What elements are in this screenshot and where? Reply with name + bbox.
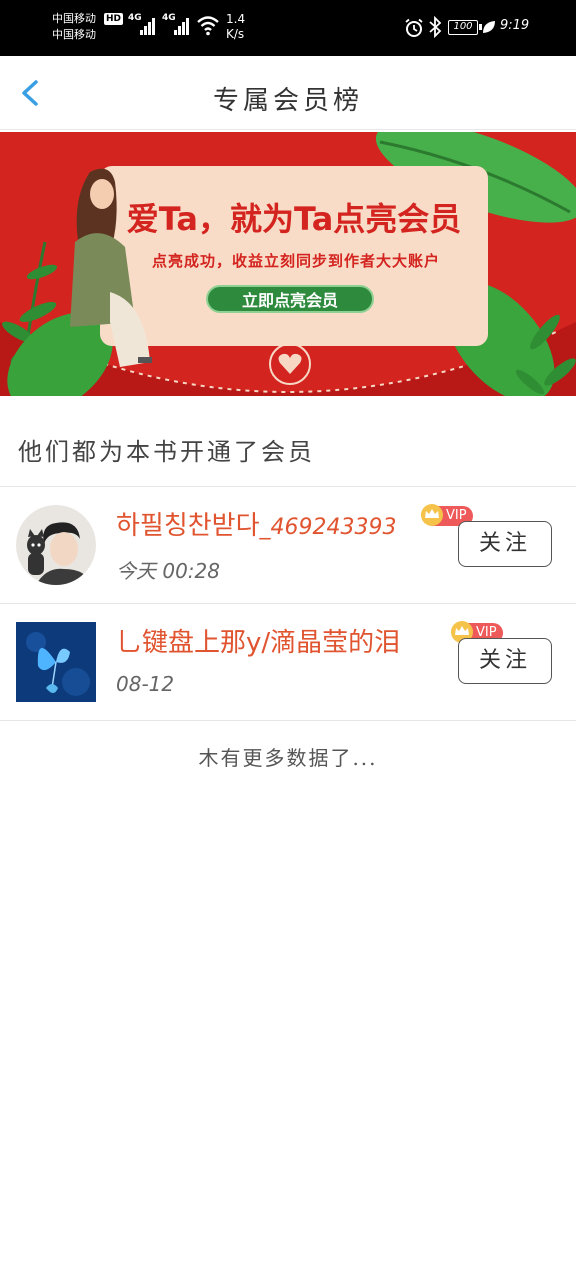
avatar-boy-with-cat bbox=[16, 505, 96, 585]
member-uid: _469243393 bbox=[259, 515, 397, 540]
page-title: 专属会员榜 bbox=[212, 86, 363, 116]
light-up-membership-button[interactable]: 立即点亮会员 bbox=[206, 285, 374, 313]
section-title: 他们都为本书开通了会员 bbox=[18, 438, 315, 466]
header-bar: 专属会员榜 bbox=[0, 56, 576, 130]
follow-button[interactable]: 关注 bbox=[458, 638, 552, 684]
battery-icon: 100 bbox=[448, 20, 482, 35]
crown-icon bbox=[421, 504, 443, 526]
member-name[interactable]: 乚键盘上那y/滴晶莹的泪 bbox=[116, 622, 400, 659]
no-more-data-text: 木有更多数据了... bbox=[198, 746, 378, 770]
speed-value: 1.4 bbox=[226, 12, 246, 26]
avatar[interactable] bbox=[16, 505, 96, 585]
status-bar: 中国移动 中国移动 HD 4G 4G 1.4 K/s 100 9:19 bbox=[0, 0, 576, 56]
divider bbox=[0, 720, 576, 721]
banner-headline: 爱Ta，就为Ta点亮会员 bbox=[126, 200, 462, 238]
avatar-blue-butterfly bbox=[16, 622, 96, 702]
member-row[interactable]: 乚键盘上那y/滴晶莹的泪 VIP 08-12 关注 bbox=[0, 604, 576, 720]
carrier-2: 中国移动 bbox=[52, 28, 96, 41]
member-nickname: 하필칭찬받다 bbox=[116, 511, 260, 541]
clock: 9:19 bbox=[500, 18, 530, 33]
member-row[interactable]: 하필칭찬받다_469243393 VIP 今天 00:28 关注 bbox=[0, 487, 576, 603]
member-time: 今天 00:28 bbox=[116, 559, 220, 583]
membership-banner[interactable]: 爱Ta，就为Ta点亮会员 点亮成功，收益立刻同步到作者大大账户 立即点亮会员 bbox=[0, 132, 576, 396]
follow-button[interactable]: 关注 bbox=[458, 521, 552, 567]
leaf-icon bbox=[483, 21, 495, 33]
battery-level: 100 bbox=[453, 21, 473, 32]
carrier-labels: 中国移动 中国移动 bbox=[52, 11, 96, 43]
network-speed: 1.4 K/s bbox=[226, 12, 245, 42]
wifi-icon bbox=[197, 16, 219, 36]
carrier-1: 中国移动 bbox=[52, 12, 96, 25]
alarm-icon bbox=[405, 18, 423, 37]
member-time: 08-12 bbox=[116, 672, 175, 696]
speed-unit: K/s bbox=[226, 27, 245, 41]
avatar[interactable] bbox=[16, 622, 96, 702]
hd-badge: HD bbox=[104, 13, 124, 25]
member-name[interactable]: 하필칭찬받다_469243393 bbox=[116, 505, 397, 542]
banner-subtitle: 点亮成功，收益立刻同步到作者大大账户 bbox=[151, 252, 440, 270]
bluetooth-icon bbox=[429, 16, 442, 38]
